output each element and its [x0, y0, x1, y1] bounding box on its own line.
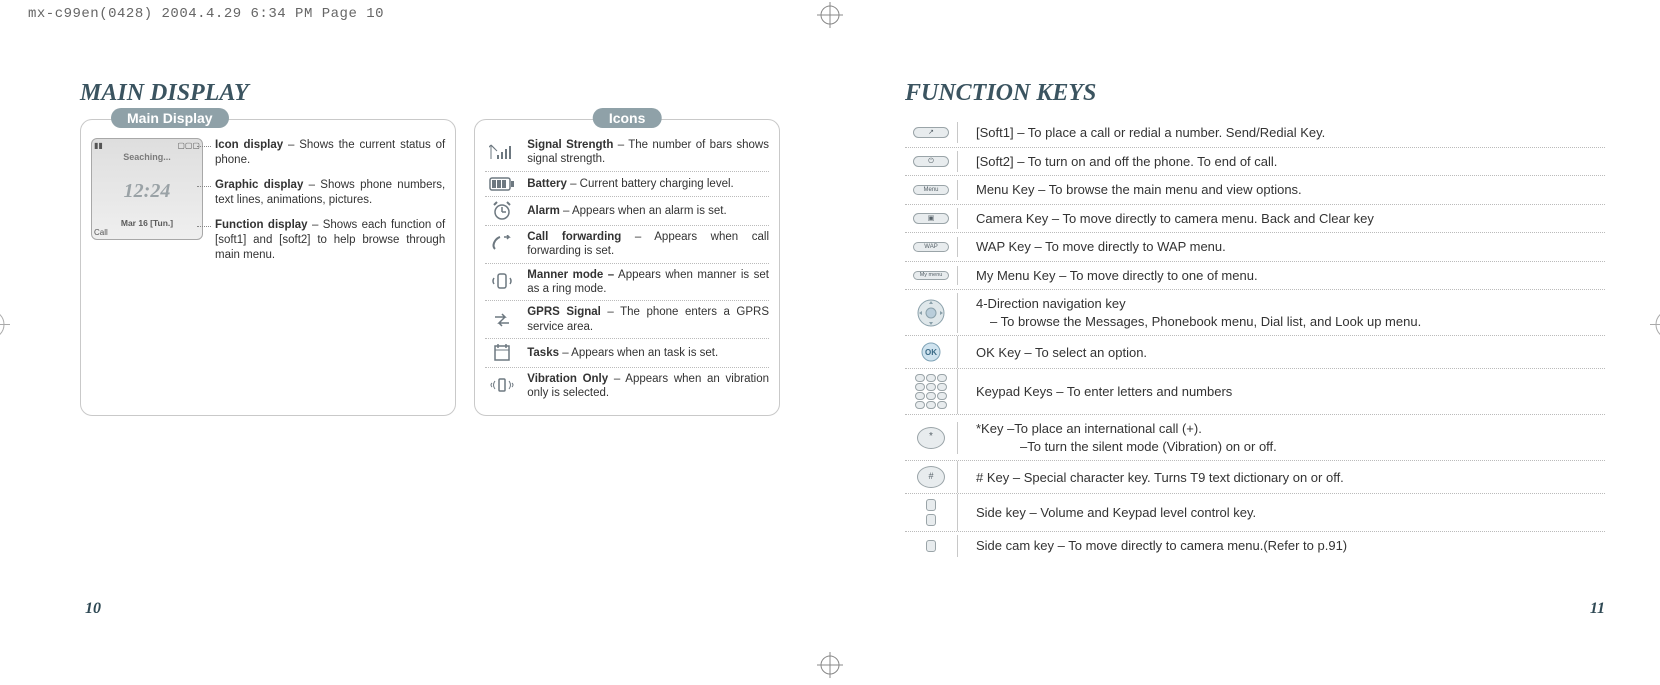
alarm-icon	[485, 201, 519, 221]
fk-text: Camera Key – To move directly to camera …	[958, 205, 1605, 233]
fk-text: Side key – Volume and Keypad level contr…	[958, 499, 1605, 527]
fk-text: OK Key – To select an option.	[958, 339, 1605, 367]
icon-row: Manner mode – Appears when manner is set…	[485, 263, 769, 301]
ok-key-icon: OK	[905, 336, 958, 368]
icon-bold: Alarm	[527, 205, 560, 217]
fk-text: [Soft2] – To turn on and off the phone. …	[958, 148, 1605, 176]
table-row: * *Key –To place an international call (…	[905, 414, 1605, 460]
keypad-keys-icon	[905, 369, 958, 414]
vibration-only-icon	[485, 376, 519, 396]
icons-panel: Icons Signal Strength – The number of ba…	[474, 119, 780, 416]
svg-text:OK: OK	[925, 348, 937, 357]
icon-row: Alarm – Appears when an alarm is set.	[485, 196, 769, 225]
gprs-signal-icon	[485, 310, 519, 330]
fk-text: Side cam key – To move directly to camer…	[958, 532, 1605, 560]
disp-block: Icon display – Shows the current status …	[215, 138, 445, 168]
fk-text: My Menu Key – To move directly to one of…	[958, 262, 1605, 290]
icon-bold: GPRS Signal	[527, 306, 601, 318]
page-number: 11	[1590, 600, 1605, 618]
camera-key-icon: ▣	[905, 208, 958, 229]
icon-bar-left: ▮▮	[94, 141, 103, 150]
wap-key-icon: WAP	[905, 237, 958, 257]
hash-key-icon: #	[905, 461, 958, 493]
icon-bold: Call forwarding	[527, 231, 621, 243]
fk-text: # Key – Special character key. Turns T9 …	[958, 464, 1605, 492]
icon-rest: – Appears when an alarm is set.	[560, 205, 727, 217]
icon-row: GPRS Signal – The phone enters a GPRS se…	[485, 300, 769, 338]
function-keys-table: ↗ [Soft1] – To place a call or redial a …	[905, 119, 1605, 560]
mymenu-key-icon: My menu	[905, 266, 958, 286]
screen-call-label: Call	[94, 228, 108, 237]
page-title: FUNCTION KEYS	[905, 80, 1605, 107]
svg-text:12:24: 12:24	[124, 180, 171, 202]
fk-text: *Key –To place an international call (+)…	[958, 415, 1605, 460]
icon-rest: – Appears when an task is set.	[559, 347, 718, 359]
table-row: Menu Menu Key – To browse the main menu …	[905, 175, 1605, 204]
table-row: Side key – Volume and Keypad level contr…	[905, 493, 1605, 531]
right-page: FUNCTION KEYS ↗ [Soft1] – To place a cal…	[830, 32, 1660, 622]
icon-rest: – Current battery charging level.	[567, 178, 734, 190]
icon-bold: Vibration Only	[527, 373, 608, 385]
icon-row: Call forwarding – Appears when call forw…	[485, 225, 769, 263]
icon-bold: Tasks	[527, 347, 559, 359]
disp-block: Graphic display – Shows phone numbers, t…	[215, 178, 445, 208]
icon-row: Battery – Current battery charging level…	[485, 171, 769, 196]
screen-date: Mar 16 [Tun.]	[94, 218, 200, 228]
manner-mode-icon	[485, 272, 519, 292]
fk-text: 4-Direction navigation key– To browse th…	[958, 290, 1605, 335]
icon-bold: Battery	[527, 178, 567, 190]
crop-mark-bottom-icon	[817, 652, 843, 683]
icon-row: Vibration Only – Appears when an vibrati…	[485, 367, 769, 405]
soft2-key-icon: ⏻	[905, 151, 958, 172]
page-title: MAIN DISPLAY	[80, 80, 780, 107]
table-row: ▣ Camera Key – To move directly to camer…	[905, 204, 1605, 233]
call-forwarding-icon	[485, 235, 519, 253]
screen-clock-graphic: 12:24	[94, 162, 200, 218]
nav-key-icon	[905, 293, 958, 333]
table-row: Keypad Keys – To enter letters and numbe…	[905, 368, 1605, 414]
star-key-icon: *	[905, 422, 958, 454]
page-spread: MAIN DISPLAY Main Display ▮▮▢▢▢ Seaching…	[0, 32, 1660, 622]
signal-strength-icon	[485, 143, 519, 161]
phone-screen-image: ▮▮▢▢▢ Seaching... 12:24 Mar 16 [Tun.] Ca…	[91, 138, 203, 240]
table-row: OK OK Key – To select an option.	[905, 335, 1605, 368]
menu-key-icon: Menu	[905, 180, 958, 200]
fk-text: [Soft1] – To place a call or redial a nu…	[958, 119, 1605, 147]
left-page: MAIN DISPLAY Main Display ▮▮▢▢▢ Seaching…	[0, 32, 830, 622]
table-row: ↗ [Soft1] – To place a call or redial a …	[905, 119, 1605, 147]
fk-text: Menu Key – To browse the main menu and v…	[958, 176, 1605, 204]
main-display-panel: Main Display ▮▮▢▢▢ Seaching... 12:24 Mar…	[80, 119, 456, 416]
crop-mark-left-icon	[0, 305, 10, 350]
table-row: My menu My Menu Key – To move directly t…	[905, 261, 1605, 290]
battery-icon	[485, 176, 519, 192]
table-row: Side cam key – To move directly to camer…	[905, 531, 1605, 560]
crop-mark-right-icon	[1650, 305, 1660, 350]
main-display-pill: Main Display	[111, 108, 229, 128]
fk-text: Keypad Keys – To enter letters and numbe…	[958, 378, 1605, 406]
table-row: WAP WAP Key – To move directly to WAP me…	[905, 232, 1605, 261]
page-number: 10	[85, 600, 101, 618]
disp-bold: Icon display	[215, 139, 283, 151]
side-key-icon	[905, 494, 958, 531]
fk-text: WAP Key – To move directly to WAP menu.	[958, 233, 1605, 261]
icons-pill: Icons	[593, 108, 662, 128]
disp-bold: Graphic display	[215, 179, 303, 191]
icon-bold: Manner mode –	[527, 269, 614, 281]
soft1-key-icon: ↗	[905, 122, 958, 143]
crop-mark-top-icon	[817, 2, 843, 33]
icon-row: Tasks – Appears when an task is set.	[485, 338, 769, 367]
table-row: ⏻ [Soft2] – To turn on and off the phone…	[905, 147, 1605, 176]
side-cam-key-icon	[905, 535, 958, 557]
disp-bold: Function display	[215, 219, 308, 231]
table-row: # # Key – Special character key. Turns T…	[905, 460, 1605, 493]
table-row: 4-Direction navigation key– To browse th…	[905, 289, 1605, 335]
icon-bold: Signal Strength	[527, 139, 613, 151]
disp-block: Function display – Shows each function o…	[215, 218, 445, 263]
screen-seaching: Seaching...	[94, 152, 200, 162]
icon-row: Signal Strength – The number of bars sho…	[485, 138, 769, 171]
tasks-icon	[485, 343, 519, 363]
display-descriptions: Icon display – Shows the current status …	[215, 138, 445, 263]
